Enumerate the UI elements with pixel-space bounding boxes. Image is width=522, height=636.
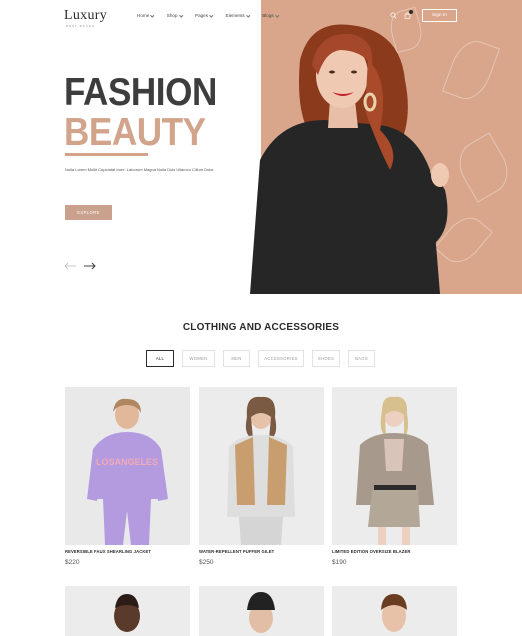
filter-women[interactable]: WOMEN xyxy=(182,350,215,367)
product-image: LOSANGELES xyxy=(65,387,190,545)
product-image[interactable] xyxy=(332,586,457,636)
product-image[interactable] xyxy=(199,586,324,636)
product-price: $220 xyxy=(65,559,80,566)
site-header: Luxury BEST BRAND Home Shop Pages Elemen… xyxy=(0,0,522,32)
main-nav: Home Shop Pages Elements Blogs xyxy=(137,13,279,18)
section-title: CLOTHING AND ACCESSORIES xyxy=(182,322,340,333)
hero-section: Luxury BEST BRAND Home Shop Pages Elemen… xyxy=(0,0,522,294)
nav-item-shop[interactable]: Shop xyxy=(166,13,183,18)
filter-bags[interactable]: BAGS xyxy=(348,350,375,367)
nav-item-label: Home xyxy=(137,13,150,18)
cart-badge xyxy=(409,10,413,14)
product-name[interactable]: REVERSIBLE FAUX SHEARLING JACKET xyxy=(65,549,151,554)
hero-title-line2: BEAUTY xyxy=(64,111,206,154)
product-name[interactable]: WATER-REPELLENT PUFFER GILET xyxy=(199,549,274,554)
filter-shoes[interactable]: SHOES xyxy=(312,350,340,367)
nav-item-label: Shop xyxy=(166,13,178,18)
nav-item-pages[interactable]: Pages xyxy=(195,13,214,18)
sign-in-button[interactable]: Sign In xyxy=(422,9,457,22)
product-image xyxy=(199,387,324,545)
site-logo[interactable]: Luxury xyxy=(64,8,107,24)
chevron-down-icon xyxy=(246,13,250,17)
svg-text:LOSANGELES: LOSANGELES xyxy=(96,457,158,467)
filter-accessories[interactable]: ACCESSORIES xyxy=(258,350,304,367)
product-price: $190 xyxy=(332,559,347,566)
nav-item-label: Elements xyxy=(225,13,245,18)
product-price: $250 xyxy=(199,559,214,566)
nav-item-blogs[interactable]: Blogs xyxy=(262,13,279,18)
chevron-down-icon xyxy=(209,13,214,17)
search-icon[interactable] xyxy=(390,12,397,19)
chevron-down-icon xyxy=(275,13,279,17)
logo-tagline: BEST BRAND xyxy=(66,24,96,28)
nav-item-home[interactable]: Home xyxy=(137,13,155,18)
arrow-left-icon[interactable] xyxy=(64,262,77,270)
product-image xyxy=(332,387,457,545)
nav-item-label: Blogs xyxy=(262,13,274,18)
hero-description: Nulla Lorem Mollit Cupidatat Irure. Labo… xyxy=(65,167,215,172)
chevron-down-icon xyxy=(178,13,183,17)
filter-men[interactable]: MEN xyxy=(223,350,250,367)
product-name[interactable]: LIMITED EDITION OVERSIZE BLAZER xyxy=(332,549,410,554)
nav-item-label: Pages xyxy=(195,13,209,18)
arrow-right-icon[interactable] xyxy=(83,262,96,270)
hero-title-line1: FASHION xyxy=(64,71,217,114)
chevron-down-icon xyxy=(150,13,155,17)
title-underline xyxy=(65,153,148,156)
explore-button[interactable]: EXPLORE xyxy=(65,205,112,220)
filter-all[interactable]: ALL xyxy=(146,350,174,367)
hero-model-image xyxy=(250,24,449,294)
product-image[interactable] xyxy=(65,586,190,636)
nav-item-elements[interactable]: Elements xyxy=(226,13,250,18)
